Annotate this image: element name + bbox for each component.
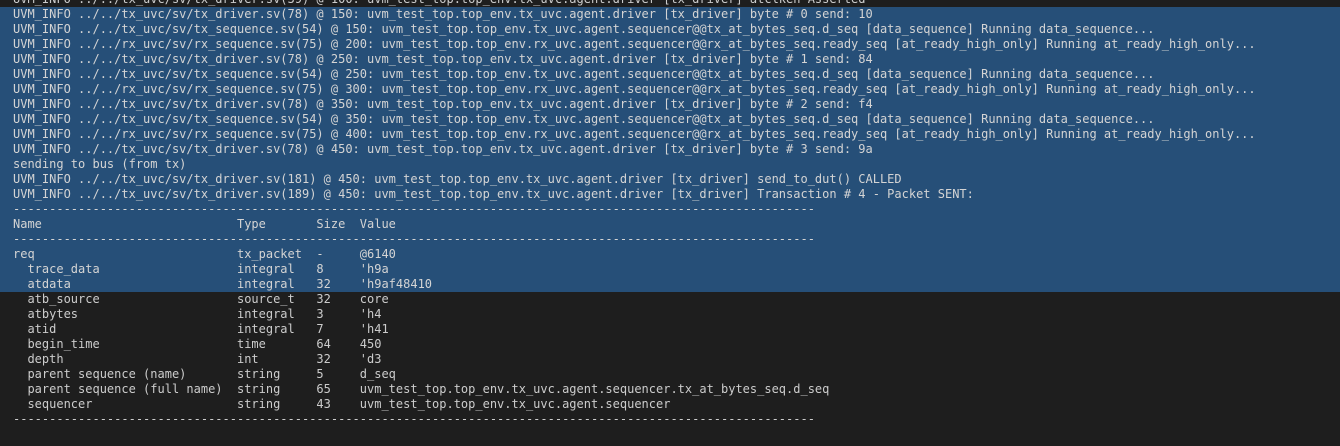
terminal-line: trace_data integral 8 'h9a [0, 262, 1340, 277]
terminal-line: UVM_INFO ../../rx_uvc/sv/rx_sequence.sv(… [0, 82, 1340, 97]
terminal-line: atbytes integral 3 'h4 [13, 307, 382, 321]
terminal-line: UVM_INFO ../../tx_uvc/sv/tx_driver.sv(39… [0, 0, 1340, 7]
terminal-lines: UVM_INFO ../../tx_uvc/sv/tx_driver.sv(39… [0, 0, 1340, 427]
terminal-line: parent sequence (full name) string 65 uv… [13, 382, 830, 396]
terminal-line: UVM_INFO ../../tx_uvc/sv/tx_driver.sv(78… [0, 7, 1340, 22]
terminal-line: UVM_INFO ../../rx_uvc/sv/rx_sequence.sv(… [0, 127, 1340, 142]
terminal-line: UVM_INFO ../../tx_uvc/sv/tx_sequence.sv(… [0, 112, 1340, 127]
terminal-line: parent sequence (name) string 5 d_seq [13, 367, 396, 381]
terminal-line: UVM_INFO ../../rx_uvc/sv/rx_sequence.sv(… [0, 37, 1340, 52]
terminal-line: ----------------------------------------… [0, 202, 1340, 217]
terminal-output[interactable]: UVM_INFO ../../tx_uvc/sv/tx_driver.sv(39… [0, 0, 1340, 446]
terminal-line: atid integral 7 'h41 [13, 322, 389, 336]
terminal-line: req tx_packet - @6140 [0, 247, 1340, 262]
terminal-line: sequencer string 43 uvm_test_top.top_env… [13, 397, 671, 411]
terminal-line: UVM_INFO ../../tx_uvc/sv/tx_driver.sv(78… [0, 142, 1340, 157]
terminal-line: UVM_INFO ../../tx_uvc/sv/tx_driver.sv(78… [0, 52, 1340, 67]
terminal-line: UVM_INFO ../../tx_uvc/sv/tx_driver.sv(18… [0, 187, 1340, 202]
terminal-line: UVM_INFO ../../tx_uvc/sv/tx_sequence.sv(… [0, 67, 1340, 82]
terminal-line: UVM_INFO ../../tx_uvc/sv/tx_driver.sv(78… [0, 97, 1340, 112]
terminal-line: ----------------------------------------… [0, 232, 1340, 247]
terminal-line: atb_source source_t 32 core [13, 292, 389, 306]
terminal-line: ----------------------------------------… [13, 412, 815, 426]
terminal-line: Name Type Size Value [0, 217, 1340, 232]
terminal-line: depth int 32 'd3 [13, 352, 382, 366]
terminal-line: UVM_INFO ../../tx_uvc/sv/tx_sequence.sv(… [0, 22, 1340, 37]
terminal-line: UVM_INFO ../../tx_uvc/sv/tx_driver.sv(18… [0, 172, 1340, 187]
terminal-line: atdata integral 32 'h9af48410 [0, 277, 1340, 292]
terminal-line: begin_time time 64 450 [13, 337, 382, 351]
terminal-line: sending to bus (from tx) [0, 157, 1340, 172]
